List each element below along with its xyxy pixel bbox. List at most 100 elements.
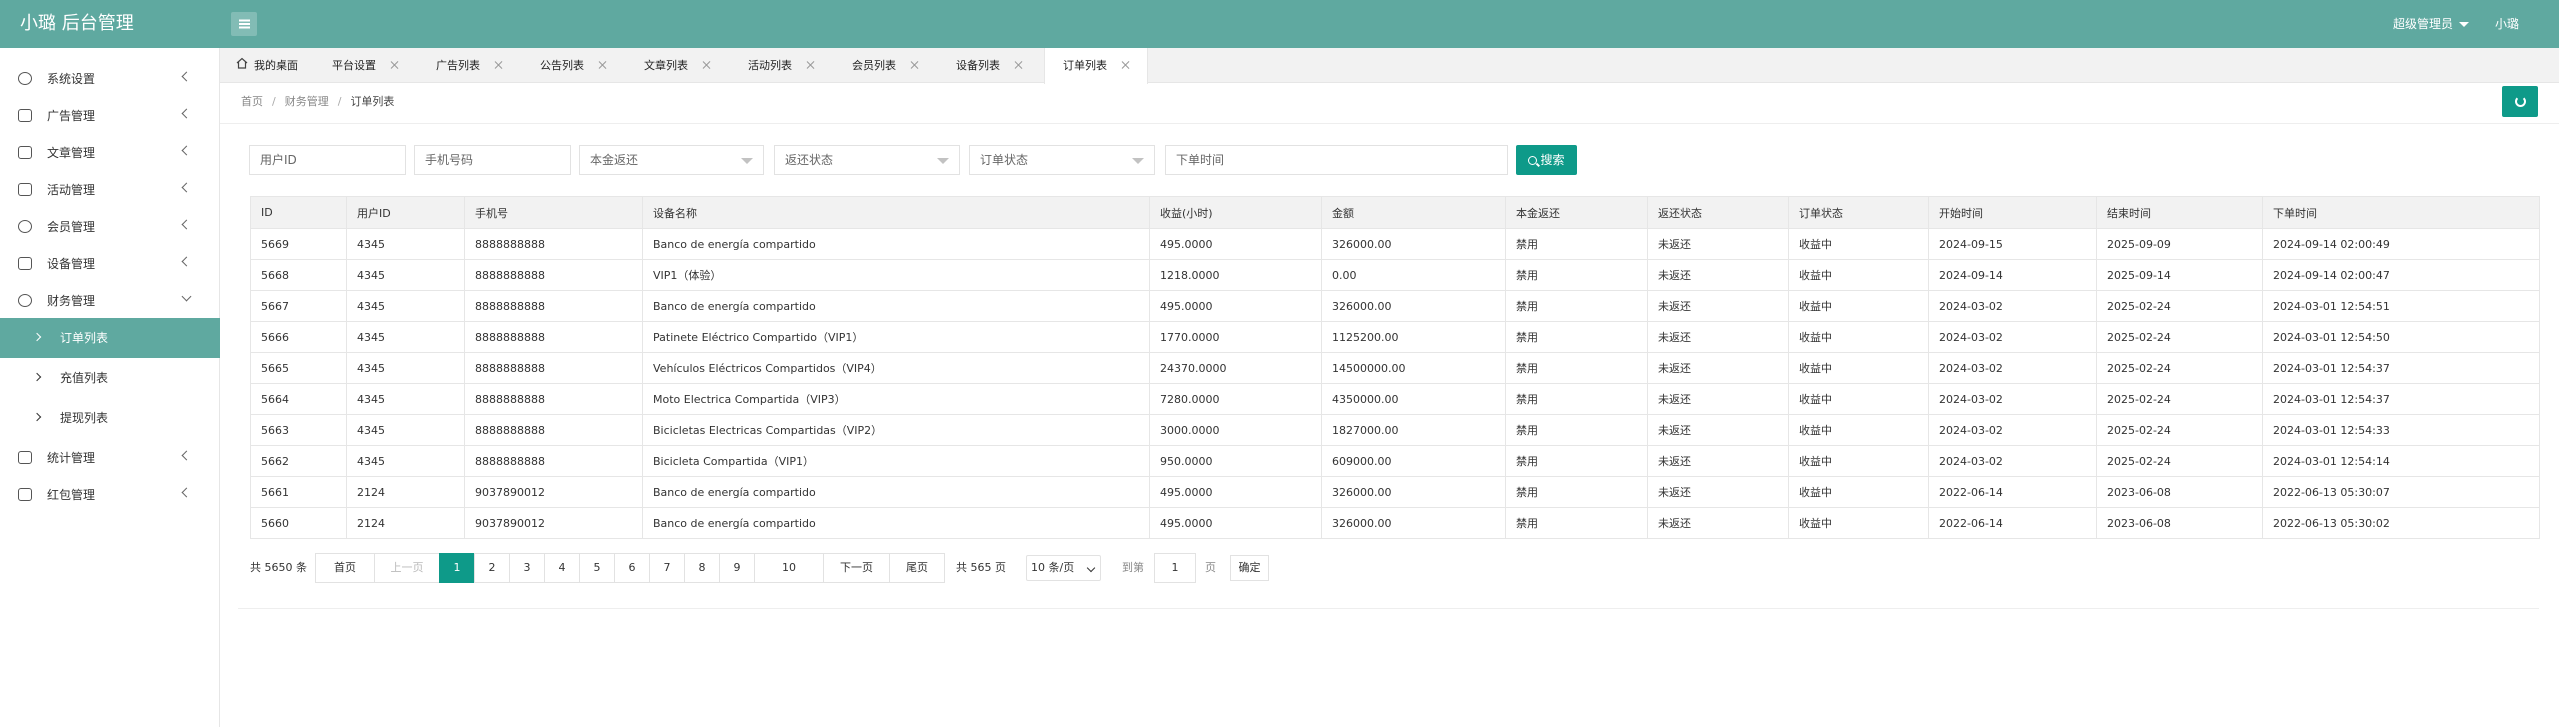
phone-field[interactable] bbox=[414, 145, 571, 175]
table-row[interactable]: 5662 4345 8888888888 Bicicleta Compartida（V… bbox=[250, 445, 2540, 477]
page-number-button[interactable]: 1 bbox=[439, 553, 475, 583]
sidebar-subitem-withdraw[interactable]: 提现列表 bbox=[0, 398, 220, 438]
sidebar-item-redpacket[interactable]: 红包管理 bbox=[0, 476, 220, 513]
close-icon[interactable] bbox=[1014, 60, 1024, 70]
table-cell: 24370.0000 bbox=[1149, 352, 1322, 384]
user-id-field[interactable] bbox=[249, 145, 406, 175]
goto-page-input[interactable]: 1 bbox=[1154, 553, 1196, 583]
table-cell: Moto Electrica Compartida（VIP3） bbox=[642, 383, 1150, 415]
column-header: ID bbox=[250, 196, 347, 229]
goto-confirm-button[interactable]: 确定 bbox=[1230, 555, 1269, 581]
tab-desktop[interactable]: 我的桌面 bbox=[220, 48, 300, 83]
table-row[interactable]: 5661 2124 9037890012 Banco de energía compa… bbox=[250, 476, 2540, 508]
page-number-button[interactable]: 5 bbox=[579, 553, 615, 583]
table-row[interactable]: 5667 4345 8888888888 Banco de energía compa… bbox=[250, 290, 2540, 322]
role-dropdown[interactable]: 超级管理员 bbox=[2393, 0, 2470, 48]
table-cell: 495.0000 bbox=[1149, 290, 1322, 322]
prev-page-button[interactable]: 上一页 bbox=[374, 553, 440, 583]
table-row[interactable]: 5665 4345 8888888888 Vehículos Eléctricos C… bbox=[250, 352, 2540, 384]
table-cell: 2025-02-24 bbox=[2096, 290, 2263, 322]
table-cell: 326000.00 bbox=[1321, 507, 1506, 539]
tab-articles[interactable]: 文章列表 bbox=[644, 48, 712, 83]
user-id-input[interactable] bbox=[260, 147, 405, 173]
page-number-button[interactable]: 9 bbox=[719, 553, 755, 583]
sidebar-subitem-label: 提现列表 bbox=[60, 411, 109, 425]
close-icon[interactable] bbox=[910, 60, 920, 70]
close-icon[interactable] bbox=[806, 60, 816, 70]
table-row[interactable]: 5660 2124 9037890012 Banco de energía compa… bbox=[250, 507, 2540, 539]
sidebar-item-ads[interactable]: 广告管理 bbox=[0, 97, 220, 134]
principal-return-select[interactable]: 本金返还 bbox=[579, 145, 764, 175]
caret-down-icon bbox=[937, 158, 949, 164]
sidebar-item-label: 广告管理 bbox=[47, 109, 96, 123]
page-number-button[interactable]: 8 bbox=[684, 553, 720, 583]
goto-suffix: 页 bbox=[1205, 561, 1216, 574]
table-cell: 禁用 bbox=[1505, 228, 1648, 260]
page-number-button[interactable]: 2 bbox=[474, 553, 510, 583]
tab-notices[interactable]: 公告列表 bbox=[540, 48, 608, 83]
chevron-right-icon bbox=[32, 372, 42, 382]
search-button[interactable]: 搜索 bbox=[1516, 145, 1577, 175]
refresh-button[interactable] bbox=[2502, 86, 2538, 117]
table-cell: 8888888888 bbox=[464, 383, 643, 415]
page-number-button[interactable]: 10 bbox=[754, 553, 824, 583]
table-row[interactable]: 5669 4345 8888888888 Banco de energía compa… bbox=[250, 228, 2540, 260]
phone-input[interactable] bbox=[425, 147, 570, 173]
sidebar-subitem-orders[interactable]: 订单列表 bbox=[0, 318, 220, 358]
table-row[interactable]: 5666 4345 8888888888 Patinete Eléctrico Com… bbox=[250, 321, 2540, 353]
next-page-button[interactable]: 下一页 bbox=[823, 553, 890, 583]
menu-toggle-button[interactable] bbox=[231, 12, 257, 36]
table-cell: 2124 bbox=[346, 476, 465, 508]
order-status-select[interactable]: 订单状态 bbox=[969, 145, 1155, 175]
table-cell: 收益中 bbox=[1788, 259, 1929, 291]
page-number-button[interactable]: 6 bbox=[614, 553, 650, 583]
sidebar-item-label: 财务管理 bbox=[47, 294, 96, 308]
tab-members[interactable]: 会员列表 bbox=[852, 48, 920, 83]
sidebar-item-activities[interactable]: 活动管理 bbox=[0, 171, 220, 208]
page-number-button[interactable]: 4 bbox=[544, 553, 580, 583]
tab-ads[interactable]: 广告列表 bbox=[436, 48, 504, 83]
sidebar-item-statistics[interactable]: 统计管理 bbox=[0, 439, 220, 476]
table-cell: 8888888888 bbox=[464, 352, 643, 384]
table-cell: 4350000.00 bbox=[1321, 383, 1506, 415]
sidebar-item-finance[interactable]: 财务管理 bbox=[0, 282, 220, 319]
chevron-left-icon bbox=[181, 108, 192, 119]
tab-devices[interactable]: 设备列表 bbox=[956, 48, 1024, 83]
table-row[interactable]: 5668 4345 8888888888 VIP1（体验） 1218.0000 0.00 禁… bbox=[250, 259, 2540, 291]
table-cell: 8888888888 bbox=[464, 228, 643, 260]
sidebar-item-members[interactable]: 会员管理 bbox=[0, 208, 220, 245]
chevron-down-icon bbox=[1086, 563, 1096, 573]
column-header: 金额 bbox=[1321, 196, 1506, 229]
close-icon[interactable] bbox=[1121, 60, 1131, 70]
breadcrumb-finance[interactable]: 财务管理 bbox=[285, 95, 329, 108]
table-cell: 1770.0000 bbox=[1149, 321, 1322, 353]
order-time-input[interactable] bbox=[1176, 147, 1507, 173]
sidebar-subitem-recharge[interactable]: 充值列表 bbox=[0, 358, 220, 398]
tab-activities[interactable]: 活动列表 bbox=[748, 48, 816, 83]
tab-orders[interactable]: 订单列表 bbox=[1044, 48, 1148, 84]
page-number-button[interactable]: 7 bbox=[649, 553, 685, 583]
close-icon[interactable] bbox=[702, 60, 712, 70]
close-icon[interactable] bbox=[598, 60, 608, 70]
page-number-button[interactable]: 3 bbox=[509, 553, 545, 583]
page-size-select[interactable]: 10 条/页 bbox=[1026, 555, 1101, 581]
table-cell: 未返还 bbox=[1647, 414, 1789, 446]
sidebar-item-devices[interactable]: 设备管理 bbox=[0, 245, 220, 282]
sidebar-item-articles[interactable]: 文章管理 bbox=[0, 134, 220, 171]
table-cell: 2024-03-01 12:54:51 bbox=[2262, 290, 2540, 322]
sidebar-item-system[interactable]: 系统设置 bbox=[0, 60, 220, 97]
close-icon[interactable] bbox=[390, 60, 400, 70]
tab-platform[interactable]: 平台设置 bbox=[332, 48, 400, 83]
table-cell: 2022-06-13 05:30:02 bbox=[2262, 507, 2540, 539]
user-name[interactable]: 小璐 bbox=[2495, 0, 2519, 48]
table-cell: 2024-09-14 bbox=[1928, 259, 2097, 291]
close-icon[interactable] bbox=[494, 60, 504, 70]
table-row[interactable]: 5663 4345 8888888888 Bicicletas Electricas … bbox=[250, 414, 2540, 446]
table-row[interactable]: 5664 4345 8888888888 Moto Electrica Compart… bbox=[250, 383, 2540, 415]
column-header: 收益(小时) bbox=[1149, 196, 1322, 229]
breadcrumb-home[interactable]: 首页 bbox=[241, 95, 263, 108]
last-page-button[interactable]: 尾页 bbox=[889, 553, 945, 583]
first-page-button[interactable]: 首页 bbox=[315, 553, 375, 583]
return-status-select[interactable]: 返还状态 bbox=[774, 145, 960, 175]
order-time-field[interactable] bbox=[1165, 145, 1508, 175]
